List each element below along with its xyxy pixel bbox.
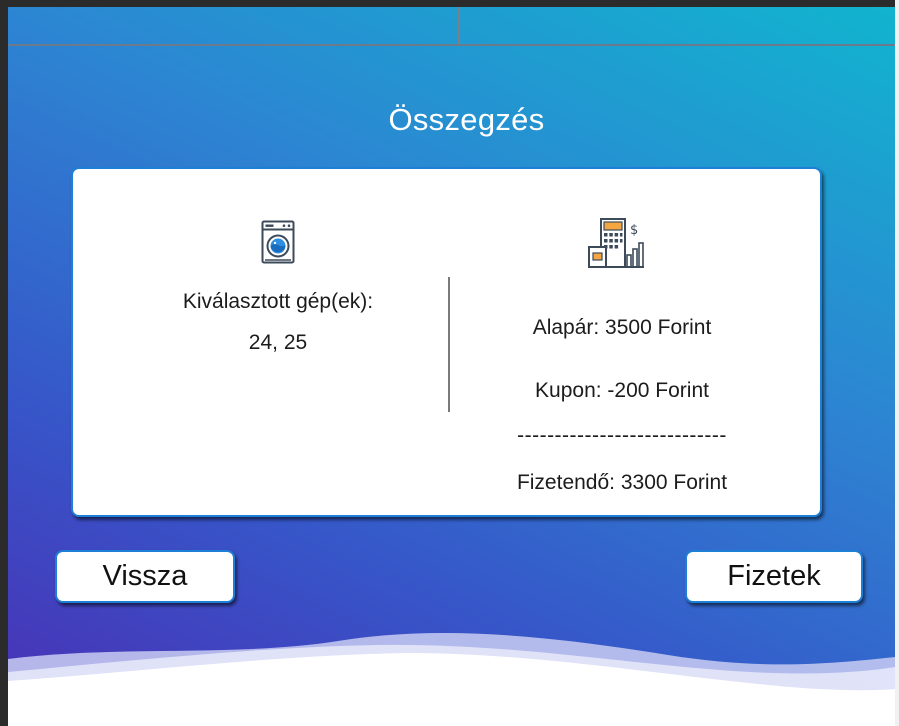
total-amount: Fizetendő: 3300 Forint [516, 471, 728, 494]
page-title: Összegzés [388, 102, 545, 137]
column-divider [448, 277, 450, 412]
top-bar [8, 7, 895, 46]
svg-text:$: $ [630, 223, 638, 238]
washing-machine-icon [261, 220, 295, 264]
total-separator: ---------------------------- [517, 424, 727, 447]
summary-screen: Összegzés Kiválasztott gép(ek): 24, 25 $… [8, 7, 895, 726]
decorative-waves [8, 633, 895, 726]
finance-building-icon: $ [588, 218, 644, 268]
selected-machines-value: 24, 25 [248, 331, 308, 354]
back-button[interactable]: Vissza [55, 550, 235, 603]
pay-button[interactable]: Fizetek [685, 550, 863, 603]
coupon-discount: Kupon: -200 Forint [535, 379, 709, 402]
selected-machines-label: Kiválasztott gép(ek): [182, 290, 374, 313]
window-border-left [0, 0, 8, 726]
app-window: Összegzés Kiválasztott gép(ek): 24, 25 $… [0, 0, 899, 726]
base-price: Alapár: 3500 Forint [532, 316, 712, 339]
summary-card: Kiválasztott gép(ek): 24, 25 $ Alapár: 3… [71, 167, 822, 517]
window-border-right [895, 0, 899, 726]
window-border-top [0, 0, 899, 7]
top-bar-divider [458, 7, 460, 44]
